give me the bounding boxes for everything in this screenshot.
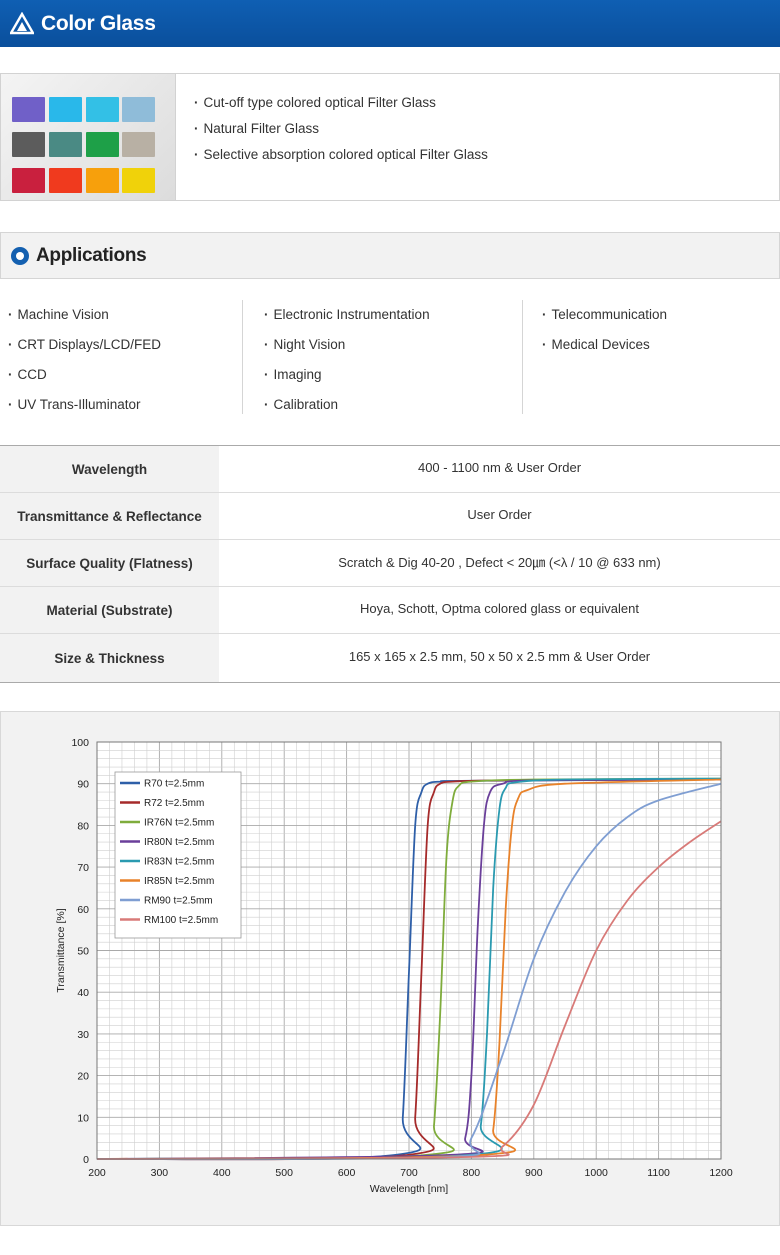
application-item: Electronic Instrumentation [264,300,430,330]
transmittance-chart: 200 300 400 500 600 700 800 900 1000 1100 1200 0 10 2… [55,737,733,1195]
spec-key: Wavelength [0,446,219,492]
circle-bullet-icon [11,246,29,265]
y-tick-label: 90 [77,779,89,791]
glass-swatch [122,97,155,122]
table-row: Material (Substrate) Hoya, Schott, Optma… [0,587,780,634]
product-intro: Cut-off type colored optical Filter Glas… [0,73,780,201]
spec-key: Material (Substrate) [0,587,219,633]
column-divider [522,300,523,414]
legend-label: RM90 t=2.5mm [144,896,213,907]
applications-title: Applications [36,244,147,266]
x-tick-label: 600 [338,1167,356,1179]
spec-value: Scratch & Dig 40-20 , Defect < 20㎛ (<λ /… [338,554,661,570]
y-tick-label: 100 [71,737,89,749]
application-item: UV Trans-Illuminator [8,390,161,420]
x-tick-label: 800 [463,1167,481,1179]
spec-table: Wavelength 400 - 1100 nm & User Order Tr… [0,445,780,683]
legend-label: RM100 t=2.5mm [144,915,218,926]
legend-label: R72 t=2.5mm [144,798,204,809]
table-row: Transmittance & Reflectance User Order [0,493,780,540]
legend-label: IR80N t=2.5mm [144,837,214,848]
spec-key: Transmittance & Reflectance [0,493,219,539]
x-tick-label: 400 [213,1167,231,1179]
application-item: Machine Vision [8,300,161,330]
x-tick-label: 200 [88,1167,106,1179]
glass-swatch [122,168,155,193]
y-tick-label: 20 [77,1071,89,1083]
transmittance-chart-panel: 200 300 400 500 600 700 800 900 1000 1100 1200 0 10 2… [0,711,780,1226]
glass-swatch [49,132,82,157]
spec-key: Size & Thickness [0,634,219,682]
color-glass-swatches-image [1,74,176,200]
x-axis-label: Wavelength [nm] [370,1183,448,1195]
y-tick-label: 50 [77,946,89,958]
x-tick-label: 1200 [709,1167,733,1179]
application-item: CCD [8,360,161,390]
feature-list: Cut-off type colored optical Filter Glas… [194,90,488,168]
table-row: Size & Thickness 165 x 165 x 2.5 mm, 50 … [0,634,780,682]
glass-swatch [49,97,82,122]
legend-label: IR83N t=2.5mm [144,857,214,868]
glass-swatch [86,168,119,193]
glass-swatch [49,168,82,193]
x-tick-label: 900 [525,1167,543,1179]
glass-swatch [12,132,45,157]
application-item: Night Vision [264,330,430,360]
legend-label: R70 t=2.5mm [144,779,204,790]
y-tick-label: 80 [77,820,89,832]
feature-item: Selective absorption colored optical Fil… [194,142,488,168]
legend-label: IR85N t=2.5mm [144,876,214,887]
applications-list: Machine Vision CRT Displays/LCD/FED CCD … [0,300,780,414]
applications-column-2: Electronic Instrumentation Night Vision … [264,300,430,414]
triangle-logo-icon [10,11,34,34]
y-tick-label: 70 [77,862,89,874]
applications-header: Applications [0,232,780,279]
glass-swatch [122,132,155,157]
y-tick-label: 30 [77,1029,89,1041]
glass-swatch [86,97,119,122]
table-row: Wavelength 400 - 1100 nm & User Order [0,446,780,493]
x-tick-label: 700 [400,1167,418,1179]
applications-column-1: Machine Vision CRT Displays/LCD/FED CCD … [8,300,162,414]
x-tick-label: 1000 [585,1167,609,1179]
application-item: Medical Devices [542,330,667,360]
y-tick-label: 40 [77,987,89,999]
legend-box [114,771,242,939]
feature-item: Natural Filter Glass [194,116,488,142]
application-item: CRT Displays/LCD/FED [8,330,162,360]
applications-column-3: Telecommunication Medical Devices [542,300,668,414]
spec-value: 400 - 1100 nm & User Order [417,459,582,475]
page-title: Color Glass [41,11,156,35]
x-tick-label: 500 [275,1167,293,1179]
spec-value: 165 x 165 x 2.5 mm, 50 x 50 x 2.5 mm & U… [348,648,651,664]
application-item: Calibration [264,390,430,420]
x-tick-label: 1100 [647,1167,670,1179]
spec-value: Hoya, Schott, Optma colored glass or equ… [360,600,639,616]
glass-swatch [12,168,45,193]
column-divider [242,300,243,414]
glass-swatch [12,97,45,122]
spec-key: Surface Quality (Flatness) [0,540,219,586]
table-row: Surface Quality (Flatness) Scratch & Dig… [0,540,780,587]
y-tick-label: 10 [77,1112,89,1124]
legend-label: IR76N t=2.5mm [144,818,214,829]
page-header: Color Glass [0,0,780,47]
application-item: Telecommunication [542,300,668,330]
glass-swatch [86,132,119,157]
application-item: Imaging [264,360,430,390]
y-tick-label: 0 [83,1154,89,1166]
y-axis-label: Transmittance [%] [55,908,67,992]
y-tick-label: 60 [77,904,89,916]
x-tick-label: 300 [151,1167,169,1179]
feature-item: Cut-off type colored optical Filter Glas… [194,90,488,116]
spec-value: User Order [467,506,532,522]
